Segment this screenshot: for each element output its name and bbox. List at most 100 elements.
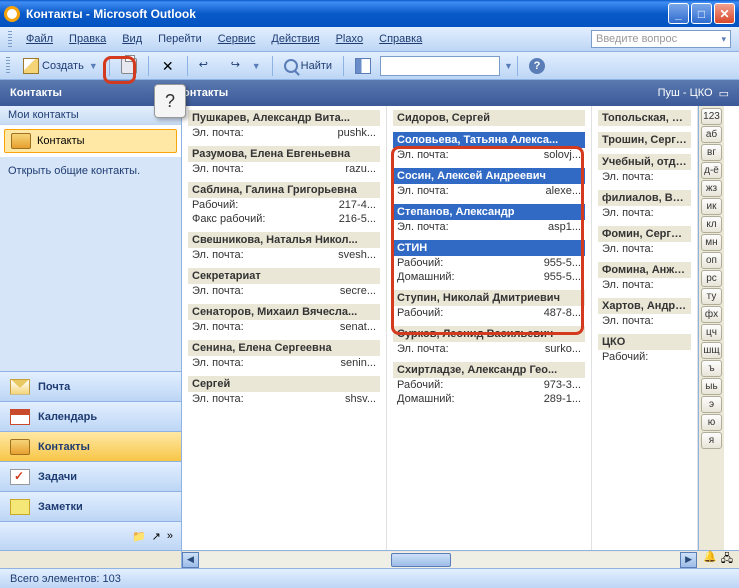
delete-icon: ✕ — [160, 58, 176, 74]
sidebar-item-contacts[interactable]: Контакты — [4, 129, 177, 153]
index-button[interactable]: я — [701, 432, 722, 449]
menu-plaxo[interactable]: Plaxo — [328, 33, 372, 45]
maximize-button[interactable]: □ — [691, 3, 712, 24]
main: Мои контакты Контакты Открыть общие конт… — [0, 106, 739, 550]
contact-card[interactable]: Сенаторов, Михаил Вячесла...Эл. почта:se… — [188, 304, 380, 334]
mail-icon — [10, 379, 30, 395]
minimize-button[interactable]: _ — [668, 3, 689, 24]
network-icon[interactable]: 🖧 — [721, 550, 733, 569]
find-label: Найти — [301, 60, 332, 72]
index-button[interactable]: аб — [701, 126, 722, 143]
contact-card[interactable]: СергейЭл. почта:shsv... — [188, 376, 380, 406]
find-button[interactable]: Найти — [277, 55, 339, 77]
index-button[interactable]: ыь — [701, 378, 722, 395]
contact-name: Сурков, Леонид Васильевич — [393, 326, 585, 342]
configure-buttons-icon[interactable]: » — [167, 530, 173, 542]
contact-card[interactable]: Пушкарев, Александр Вита...Эл. почта:pus… — [188, 110, 380, 140]
help-button[interactable]: ? — [522, 55, 552, 77]
contact-card[interactable]: ЦКОРабочий: — [598, 334, 691, 364]
contact-card[interactable]: Соловьева, Татьяна Алекса...Эл. почта:so… — [393, 132, 585, 162]
nav-calendar[interactable]: Календарь — [0, 402, 181, 432]
menu-file[interactable]: Файл — [18, 33, 61, 45]
contact-card[interactable]: Степанов, АлександрЭл. почта:asp1... — [393, 204, 585, 234]
index-button[interactable]: шщ — [701, 342, 722, 359]
forward-button[interactable]: ↪▼ — [224, 55, 268, 77]
contact-field: Рабочий:955-5... — [393, 256, 585, 270]
contact-field: Домашний:289-1... — [393, 392, 585, 406]
scroll-thumb[interactable] — [391, 553, 451, 567]
separator — [109, 56, 110, 76]
contact-card[interactable]: Сидоров, Сергей — [393, 110, 585, 126]
reply-button[interactable]: ↩ — [192, 55, 222, 77]
nav-mail[interactable]: Почта — [0, 372, 181, 402]
print-button[interactable] — [114, 55, 144, 77]
contact-name: Степанов, Александр — [393, 204, 585, 220]
shortcut-icon[interactable]: ↗ — [152, 530, 161, 543]
contact-card[interactable]: Сенина, Елена СергеевнаЭл. почта:senin..… — [188, 340, 380, 370]
index-button[interactable]: ъ — [701, 360, 722, 377]
contact-card[interactable]: Топольская, Тат — [598, 110, 691, 126]
index-button[interactable]: мн — [701, 234, 722, 251]
contact-card[interactable]: Хартов, АндрейЭл. почта: — [598, 298, 691, 328]
index-button[interactable]: вг — [701, 144, 722, 161]
create-button[interactable]: Создать ▼ — [16, 55, 105, 77]
contact-card[interactable]: Сурков, Леонид ВасильевичЭл. почта:surko… — [393, 326, 585, 356]
contact-field: Эл. почта: — [598, 206, 691, 220]
contact-card[interactable]: СТИНРабочий:955-5...Домашний:955-5... — [393, 240, 585, 284]
contact-card[interactable]: Саблина, Галина ГригорьевнаРабочий:217-4… — [188, 182, 380, 226]
index-button[interactable]: д-ё — [701, 162, 722, 179]
contact-field: Эл. почта:surko... — [393, 342, 585, 356]
delete-button[interactable]: ✕ — [153, 55, 183, 77]
window-title: Контакты - Microsoft Outlook — [26, 7, 668, 21]
contact-card[interactable]: филиалов, Все соЭл. почта: — [598, 190, 691, 220]
menu-go[interactable]: Перейти — [150, 33, 210, 45]
contacts-column-3: Топольская, Тат Трошин, Сергей К Учебный, … — [592, 106, 698, 550]
reminder-icon[interactable]: 🔔 — [703, 550, 717, 569]
contact-field: Эл. почта: — [598, 242, 691, 256]
index-button[interactable]: кл — [701, 216, 722, 233]
nav-tasks[interactable]: Задачи — [0, 462, 181, 492]
contact-card[interactable]: Ступин, Николай ДмитриевичРабочий:487-8.… — [393, 290, 585, 320]
close-button[interactable]: ✕ — [714, 3, 735, 24]
menu-actions[interactable]: Действия — [263, 33, 327, 45]
contact-field: Эл. почта:solovj... — [393, 148, 585, 162]
contact-card[interactable]: Фомина, АнжелиЭл. почта: — [598, 262, 691, 292]
contact-search-input[interactable] — [380, 56, 500, 76]
contact-name: Хартов, Андрей — [598, 298, 691, 314]
menu-help[interactable]: Справка — [371, 33, 430, 45]
card-view-icon: ▭ — [719, 87, 729, 100]
index-button[interactable]: фх — [701, 306, 722, 323]
contact-card[interactable]: Фомин, Сергей ВаЭл. почта: — [598, 226, 691, 256]
index-button[interactable]: 123 — [701, 108, 722, 125]
folder-icon[interactable]: 📁 — [132, 530, 146, 543]
grip-icon — [6, 57, 10, 75]
index-button[interactable]: ик — [701, 198, 722, 215]
index-button[interactable]: оп — [701, 252, 722, 269]
sidebar: Мои контакты Контакты Открыть общие конт… — [0, 106, 182, 550]
index-button[interactable]: ту — [701, 288, 722, 305]
index-button[interactable]: цч — [701, 324, 722, 341]
contact-card[interactable]: Трошин, Сергей К — [598, 132, 691, 148]
contact-card[interactable]: Сосин, Алексей АндреевичЭл. почта:alexe.… — [393, 168, 585, 198]
menu-service[interactable]: Сервис — [210, 33, 264, 45]
nav-label: Заметки — [38, 501, 83, 513]
new-contact-icon — [23, 58, 39, 74]
contacts-icon — [11, 133, 31, 149]
contact-card[interactable]: СекретариатЭл. почта:secre... — [188, 268, 380, 298]
contact-card[interactable]: Схиртладзе, Александр Гео...Рабочий:973-… — [393, 362, 585, 406]
index-button[interactable]: э — [701, 396, 722, 413]
menu-edit[interactable]: Правка — [61, 33, 114, 45]
nav-contacts[interactable]: Контакты — [0, 432, 181, 462]
menu-view[interactable]: Вид — [114, 33, 150, 45]
nav-notes[interactable]: Заметки — [0, 492, 181, 522]
index-button[interactable]: жз — [701, 180, 722, 197]
horizontal-scrollbar[interactable]: ◀ ▶ 🔔 🖧 — [0, 550, 739, 568]
address-book-button[interactable] — [348, 55, 378, 77]
contact-card[interactable]: Учебный, отделЭл. почта: — [598, 154, 691, 184]
ask-question-input[interactable]: Введите вопрос — [591, 30, 731, 48]
open-shared-contacts-link[interactable]: Открыть общие контакты. — [0, 157, 181, 185]
contact-card[interactable]: Свешникова, Наталья Никол...Эл. почта:sv… — [188, 232, 380, 262]
index-button[interactable]: рс — [701, 270, 722, 287]
index-button[interactable]: ю — [701, 414, 722, 431]
contact-card[interactable]: Разумова, Елена ЕвгеньевнаЭл. почта:razu… — [188, 146, 380, 176]
